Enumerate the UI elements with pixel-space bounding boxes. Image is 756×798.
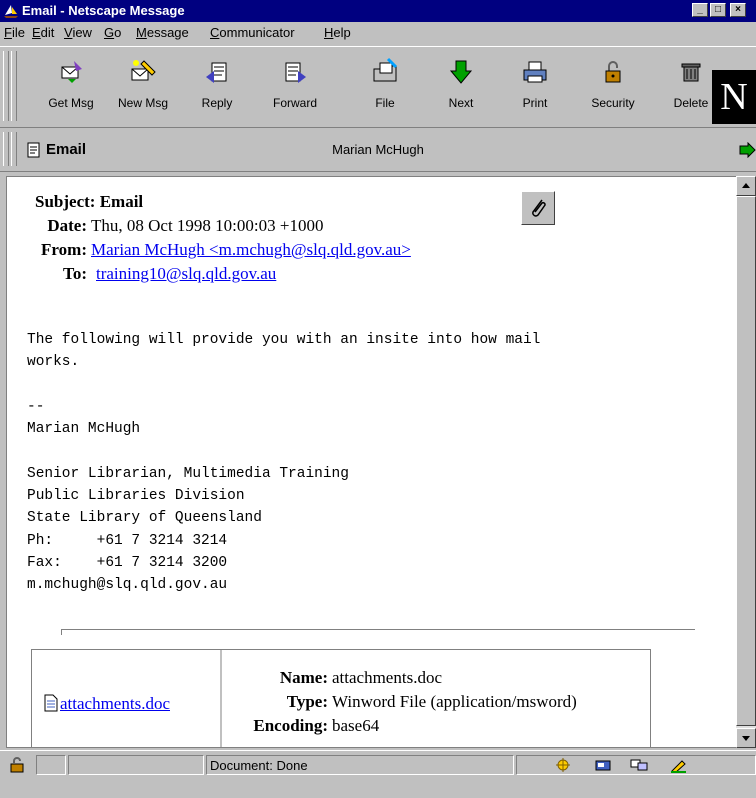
status-bar: Document: Done — [0, 750, 756, 798]
mailbox-icon[interactable] — [594, 757, 612, 773]
menu-communicator[interactable]: Communicator — [210, 25, 295, 41]
status-panel-offline — [36, 755, 66, 775]
menu-go[interactable]: Go — [104, 25, 121, 41]
navigation-toolbar: Get Msg New Msg Reply Forward File Next … — [0, 46, 756, 128]
minimize-button[interactable]: _ — [692, 3, 708, 17]
from-row: From: Marian McHugh <m.mchugh@slq.qld.gov… — [7, 239, 411, 261]
to-label: To: — [63, 264, 87, 283]
printer-icon — [523, 61, 547, 83]
folder-icon — [373, 57, 398, 82]
reply-button[interactable]: Reply — [182, 51, 252, 123]
scroll-down-arrow-icon — [742, 736, 750, 741]
paperclip-icon — [532, 199, 546, 217]
date-value: Thu, 08 Oct 1998 10:00:03 +1000 — [91, 216, 324, 235]
scroll-up-arrow-icon — [742, 183, 750, 188]
get-msg-icon — [61, 61, 82, 83]
attachment-link[interactable]: attachments.doc — [60, 694, 170, 713]
attachment-divider — [61, 629, 695, 635]
menu-bar: File Edit View Go Message Communicator H… — [0, 22, 756, 44]
navigator-icon[interactable] — [554, 757, 572, 773]
attachment-file-cell: attachments.doc — [32, 650, 222, 747]
discussions-icon[interactable] — [630, 757, 648, 773]
scroll-down-button[interactable] — [736, 728, 756, 748]
attachment-encoding-label: Encoding: — [253, 716, 328, 735]
title-bar: Email - Netscape Message _ □ × — [0, 0, 756, 22]
menu-help[interactable]: Help — [324, 25, 351, 41]
menu-edit[interactable]: Edit — [32, 25, 54, 41]
message-sender: Marian McHugh — [332, 142, 424, 157]
document-icon[interactable] — [44, 694, 58, 712]
attachment-encoding-value: base64 — [332, 716, 380, 735]
status-panel-progress — [68, 755, 204, 775]
next-arrow-icon — [449, 60, 473, 84]
menu-message[interactable]: Message — [136, 25, 189, 41]
security-lock-icon[interactable] — [8, 757, 26, 773]
scroll-thumb[interactable] — [736, 196, 756, 726]
menu-view[interactable]: View — [64, 25, 92, 41]
subject-value: Email — [99, 192, 144, 211]
print-button[interactable]: Print — [500, 51, 570, 123]
attachment-details: Name: attachments.doc Type: Winword File (… — [228, 666, 577, 738]
security-button[interactable]: Security — [578, 51, 648, 123]
padlock-icon — [605, 61, 621, 83]
date-label: Date: — [47, 216, 87, 235]
message-title-bar: Email Marian McHugh — [0, 128, 756, 172]
forward-icon — [285, 62, 306, 83]
menu-file[interactable]: File — [4, 25, 25, 41]
date-row: Date: Thu, 08 Oct 1998 10:00:03 +1000 — [7, 215, 323, 237]
forward-button[interactable]: Forward — [260, 51, 330, 123]
from-link[interactable]: Marian McHugh <m.mchugh@slq.qld.gov.au> — [91, 240, 411, 259]
attachment-name-label: Name: — [279, 668, 328, 687]
maximize-button[interactable]: □ — [710, 3, 726, 17]
status-text: Document: Done — [210, 758, 308, 773]
to-row: To: training10@slq.qld.gov.au — [7, 263, 276, 285]
forward-green-icon[interactable] — [738, 142, 756, 158]
message-body: The following will provide you with an i… — [27, 332, 541, 594]
trash-can-icon — [681, 63, 701, 82]
attachment-name-value: attachments.doc — [332, 668, 442, 687]
netscape-ship-icon — [4, 5, 18, 18]
window-title: Email - Netscape Message — [22, 3, 185, 18]
new-msg-icon — [131, 60, 156, 81]
reply-icon — [206, 62, 227, 83]
close-button[interactable]: × — [730, 3, 746, 17]
new-msg-button[interactable]: New Msg — [108, 51, 178, 123]
attachment-type-value: Winword File (application/msword) — [332, 692, 577, 711]
next-button[interactable]: Next — [426, 51, 496, 123]
subject-row: Subject: Email — [35, 191, 143, 213]
netscape-logo[interactable]: N — [712, 70, 756, 124]
attachment-box: attachments.doc Name: attachments.doc Typ… — [31, 649, 651, 747]
from-label: From: — [41, 240, 87, 259]
subject-label: Subject: — [35, 192, 96, 211]
composer-icon[interactable] — [670, 757, 688, 773]
get-msg-button[interactable]: Get Msg — [36, 51, 106, 123]
scroll-up-button[interactable] — [736, 176, 756, 196]
toolbar-grip-secondary[interactable] — [11, 51, 17, 121]
attachment-type-label: Type: — [286, 692, 328, 711]
message-pane: Subject: Email Date: Thu, 08 Oct 1998 10:… — [6, 176, 736, 748]
vertical-scrollbar[interactable] — [736, 176, 756, 748]
to-link[interactable]: training10@slq.qld.gov.au — [96, 264, 276, 283]
attachment-button[interactable] — [521, 191, 555, 225]
file-button[interactable]: File — [350, 51, 420, 123]
toolbar-grip[interactable] — [3, 51, 9, 121]
